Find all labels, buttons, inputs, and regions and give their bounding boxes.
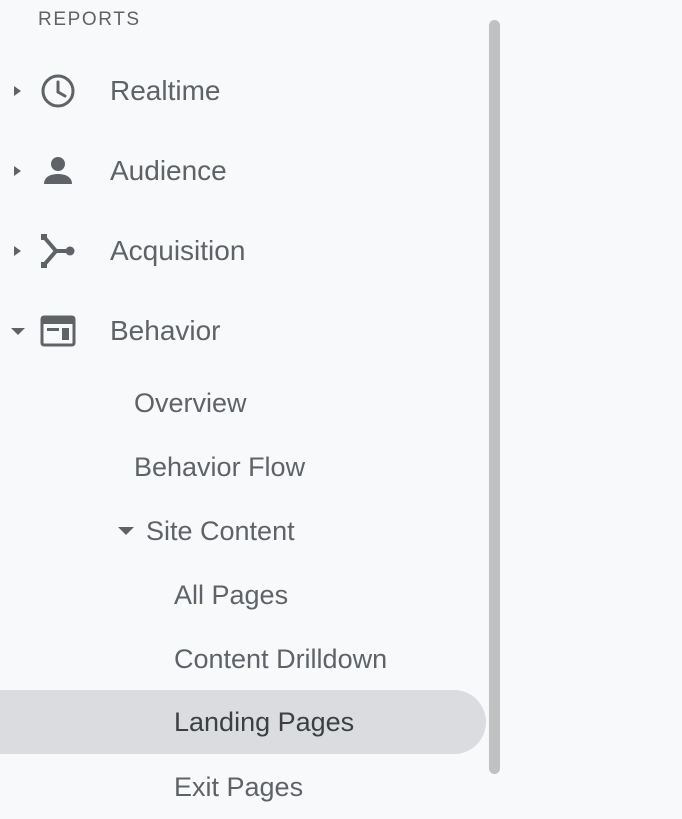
sidebar-subitem-overview[interactable]: Overview xyxy=(0,371,486,435)
person-icon xyxy=(44,157,72,184)
sidebar-subitem-exit-pages[interactable]: Exit Pages xyxy=(0,755,486,819)
sidebar-subitem-label: Site Content xyxy=(146,516,295,546)
sidebar-item-behavior[interactable]: Behavior xyxy=(0,291,486,371)
sidebar-subitem-label: Landing Pages xyxy=(174,707,355,737)
clock-icon xyxy=(41,74,75,108)
sidebar-item-label: Realtime xyxy=(110,75,221,106)
sidebar-subitem-site-content[interactable]: Site Content xyxy=(0,499,486,563)
caret-right-icon[interactable] xyxy=(10,81,26,101)
sidebar-subitem-content-drilldown[interactable]: Content Drilldown xyxy=(0,627,486,691)
sidebar-item-label: Audience xyxy=(110,155,227,186)
sidebar-subitem-label: All Pages xyxy=(174,580,289,610)
acquisition-icon xyxy=(41,234,75,268)
behavior-icon xyxy=(40,315,76,347)
sidebar-item-audience[interactable]: Audience xyxy=(0,131,486,211)
sidebar-subitem-landing-pages[interactable]: Landing Pages xyxy=(0,690,486,754)
sidebar-subitem-label: Overview xyxy=(134,388,247,418)
section-header-reports: REPORTS xyxy=(38,9,141,30)
sidebar-item-label: Acquisition xyxy=(110,235,246,266)
sidebar-subitem-label: Behavior Flow xyxy=(134,452,306,482)
caret-right-icon[interactable] xyxy=(10,161,26,181)
caret-down-icon[interactable] xyxy=(116,522,136,540)
sidebar-item-realtime[interactable]: Realtime xyxy=(0,51,486,131)
sidebar-subitem-label: Content Drilldown xyxy=(174,644,388,674)
sidebar-item-acquisition[interactable]: Acquisition xyxy=(0,211,486,291)
sidebar-subitem-all-pages[interactable]: All Pages xyxy=(0,563,486,627)
sidebar-scrollbar[interactable] xyxy=(489,20,500,774)
sidebar-subitem-behavior-flow[interactable]: Behavior Flow xyxy=(0,435,486,499)
caret-down-icon[interactable] xyxy=(10,321,26,341)
sidebar-subitem-label: Exit Pages xyxy=(174,772,304,802)
sidebar-item-label: Behavior xyxy=(110,315,221,346)
caret-right-icon[interactable] xyxy=(10,241,26,261)
reports-sidebar: REPORTS Realtime Audience Acquisition Be… xyxy=(0,0,490,812)
